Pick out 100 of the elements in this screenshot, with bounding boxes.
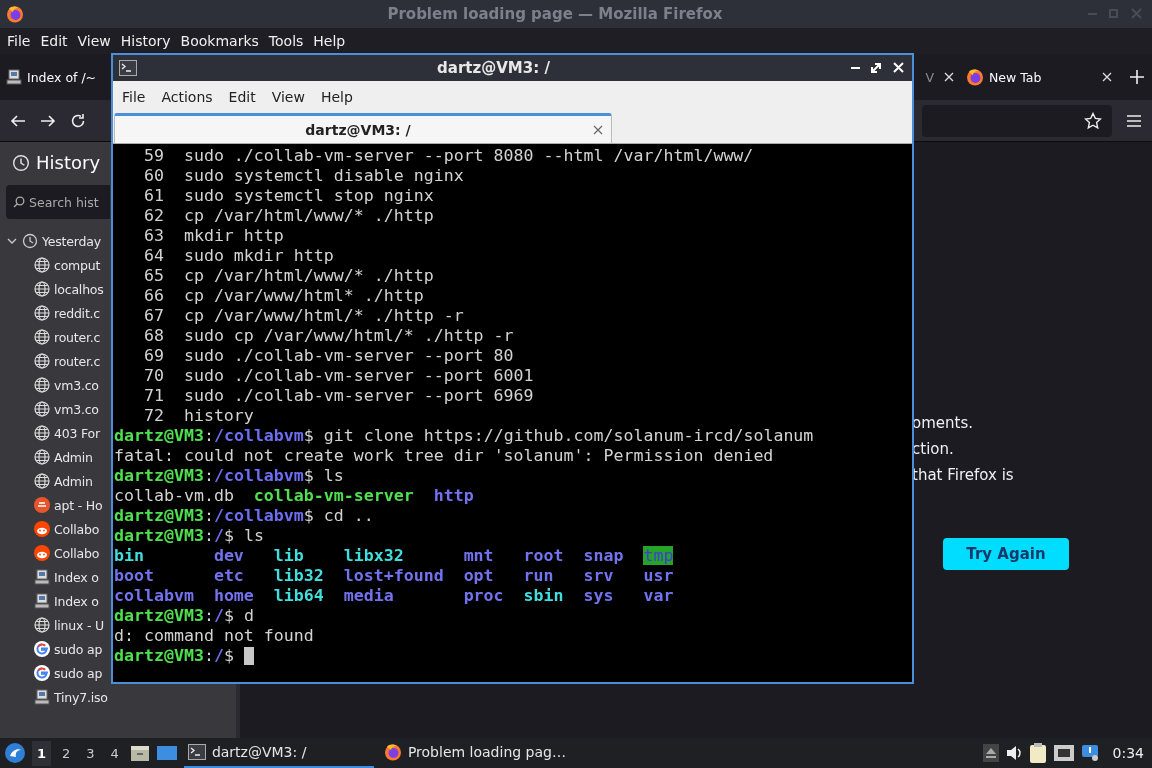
start-menu-icon[interactable] — [4, 742, 26, 764]
visited-page-item[interactable]: vm3.co — [34, 373, 99, 397]
line-number: 63 — [142, 226, 164, 246]
file-manager-icon[interactable] — [129, 743, 150, 763]
window-controls-icon[interactable] — [850, 61, 906, 75]
line-number: 60 — [142, 166, 164, 186]
globe-icon — [34, 425, 50, 441]
menu-item[interactable]: Actions — [156, 89, 218, 105]
visited-page-item[interactable]: reddit.c — [34, 301, 101, 325]
browser-tab[interactable]: V — [921, 59, 958, 95]
try-again-button[interactable]: Try Again — [943, 538, 1069, 570]
visited-page-item[interactable]: 403 For — [34, 421, 100, 445]
file-name: dev — [213, 546, 244, 565]
line-number: 68 — [142, 326, 164, 346]
reload-icon[interactable] — [70, 112, 86, 129]
visited-page-item[interactable]: Tiny7.iso — [34, 685, 108, 709]
workspace-button[interactable]: 2 — [57, 740, 76, 766]
eject-icon[interactable] — [982, 744, 999, 762]
computer-icon — [34, 593, 50, 609]
file-name: root — [523, 546, 564, 565]
visited-page-item[interactable]: Admin — [34, 469, 93, 493]
network-icon[interactable] — [1052, 744, 1075, 762]
globe-icon — [34, 617, 50, 633]
browser-tab[interactable]: New Tab — [962, 59, 1116, 95]
error-text: ction. — [912, 439, 954, 460]
new-tab-icon[interactable] — [1130, 70, 1144, 84]
visited-page-item[interactable]: sudo ap — [34, 661, 103, 685]
alien-icon — [34, 545, 50, 561]
globe-icon — [34, 377, 50, 393]
command-text: history — [183, 406, 254, 426]
command-text: mkdir http — [183, 226, 284, 246]
task-button[interactable]: dartz@VM3: / — [183, 738, 374, 768]
prompt-path: /collabvm — [213, 426, 304, 446]
visited-page-item[interactable]: comput — [34, 253, 101, 277]
firefox-icon — [966, 68, 984, 86]
workspace-button[interactable]: 3 — [81, 740, 100, 766]
forward-icon[interactable] — [40, 112, 56, 129]
visited-page-item[interactable]: router.c — [34, 325, 101, 349]
menu-item[interactable]: Tools — [263, 33, 309, 49]
visited-page-item[interactable]: Admin — [34, 445, 93, 469]
menu-item[interactable]: View — [266, 89, 310, 105]
notification-icon[interactable] — [1080, 744, 1101, 762]
file-name: collabvm — [114, 586, 194, 605]
prompt-user: dartz@VM3 — [114, 526, 204, 546]
desktop-icon[interactable] — [155, 744, 178, 762]
globe-icon — [34, 473, 50, 489]
star-icon[interactable] — [1084, 111, 1102, 130]
prompt-path: / — [213, 526, 224, 546]
menu-item[interactable]: File — [117, 89, 151, 105]
visited-page-item[interactable]: Collabo — [34, 541, 100, 565]
visited-page-item[interactable]: Index o — [34, 589, 99, 613]
g-logo-icon — [34, 641, 50, 657]
command-text: $ git clone https://github.com/solanum-ircd/solanum — [303, 426, 814, 446]
search-field[interactable]: Search hist — [6, 185, 110, 219]
speaker-icon[interactable] — [1004, 744, 1023, 762]
sidebar-title: History — [36, 152, 101, 173]
task-button[interactable]: Problem loading pag… — [379, 738, 580, 768]
clipboard-icon[interactable] — [1028, 742, 1047, 764]
file-name: collab-vm-server — [253, 486, 414, 505]
clock-icon — [12, 153, 30, 172]
prompt-user: dartz@VM3 — [114, 606, 204, 626]
workspace-button[interactable]: 4 — [105, 740, 124, 766]
visited-page-item[interactable]: apt - Ho — [34, 493, 103, 517]
tree-group[interactable]: Yesterday — [6, 229, 101, 253]
address-field[interactable] — [922, 104, 1112, 137]
visited-page-item[interactable]: router.c — [34, 349, 101, 373]
visited-page-item[interactable]: vm3.co — [34, 397, 99, 421]
search-icon — [13, 196, 25, 208]
visited-page-item[interactable]: Index o — [34, 565, 99, 589]
visited-page-item[interactable]: localhos — [34, 277, 104, 301]
visited-page-item[interactable]: sudo ap — [34, 637, 103, 661]
window-title: Problem loading page — Mozilla Firefox — [386, 5, 724, 23]
back-icon[interactable] — [10, 112, 26, 129]
command-text: sudo ./collab-vm-server --port 6969 — [183, 386, 534, 406]
command-text: cp /var/html/www/* ./http — [183, 266, 434, 286]
menu-item[interactable]: Edit — [35, 33, 73, 49]
workspace-button[interactable]: 1 — [32, 740, 52, 766]
menu-item[interactable]: Help — [308, 33, 351, 49]
menu-item[interactable]: File — [2, 33, 36, 49]
command-text: sudo ./collab-vm-server --port 80 — [183, 346, 514, 366]
line-number: 69 — [142, 346, 164, 366]
menu-item[interactable]: Bookmarks — [175, 33, 264, 49]
menu-item[interactable]: History — [115, 33, 176, 49]
prompt-user: dartz@VM3 — [114, 646, 204, 666]
line-number: 59 — [142, 146, 164, 166]
visited-page-item[interactable]: Collabo — [34, 517, 100, 541]
prompt-path: /collabvm — [213, 466, 304, 486]
command-text: $ — [223, 646, 234, 666]
menu-icon[interactable] — [1126, 113, 1142, 128]
menu-item[interactable]: Edit — [223, 89, 261, 105]
line-number: 72 — [142, 406, 164, 426]
file-name: libx32 — [343, 546, 404, 565]
menu-item[interactable]: View — [72, 33, 116, 49]
line-number: 65 — [142, 266, 164, 286]
visited-page-item[interactable]: linux - U — [34, 613, 104, 637]
terminal-tab[interactable]: dartz@VM3: / — [114, 113, 612, 143]
menu-item[interactable]: Help — [315, 89, 358, 105]
command-text: $ d — [223, 606, 254, 626]
browser-tab[interactable]: Index of /~ — [2, 59, 101, 95]
file-name: srv — [583, 566, 614, 585]
